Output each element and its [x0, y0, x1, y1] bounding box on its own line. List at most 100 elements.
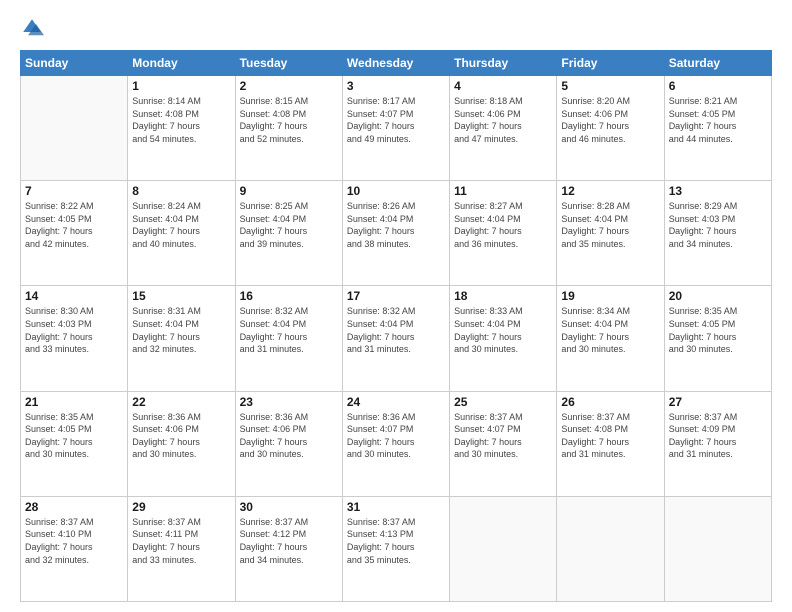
- calendar-cell: 31 Sunrise: 8:37 AM Sunset: 4:13 PM Dayli…: [342, 496, 449, 601]
- day-number: 18: [454, 289, 552, 303]
- calendar-week-2: 14Sunrise: 8:30 AM Sunset: 4:03 PM Dayli…: [21, 286, 772, 391]
- day-number: 24: [347, 395, 445, 409]
- weekday-header-thursday: Thursday: [450, 51, 557, 76]
- calendar-cell: 6Sunrise: 8:21 AM Sunset: 4:05 PM Daylig…: [664, 76, 771, 181]
- day-detail: Sunrise: 8:15 AM Sunset: 4:08 PM Dayligh…: [240, 95, 338, 145]
- calendar-cell: [557, 496, 664, 601]
- day-detail: Sunrise: 8:37 AM Sunset: 4:10 PM Dayligh…: [25, 516, 123, 566]
- day-detail: Sunrise: 8:17 AM Sunset: 4:07 PM Dayligh…: [347, 95, 445, 145]
- calendar-cell: 5Sunrise: 8:20 AM Sunset: 4:06 PM Daylig…: [557, 76, 664, 181]
- calendar-cell: 22 Sunrise: 8:36 AM Sunset: 4:06 PM Dayli…: [128, 391, 235, 496]
- calendar-cell: 12 Sunrise: 8:28 AM Sunset: 4:04 PM Dayli…: [557, 181, 664, 286]
- day-number: 6: [669, 79, 767, 93]
- page: SundayMondayTuesdayWednesdayThursdayFrid…: [0, 0, 792, 612]
- calendar-cell: 15 Sunrise: 8:31 AM Sunset: 4:04 PM Dayli…: [128, 286, 235, 391]
- calendar-cell: 30 Sunrise: 8:37 AM Sunset: 4:12 PM Dayli…: [235, 496, 342, 601]
- weekday-header-monday: Monday: [128, 51, 235, 76]
- day-detail: Sunrise: 8:37 AM Sunset: 4:07 PM Dayligh…: [454, 411, 552, 461]
- calendar-cell: 17Sunrise: 8:32 AM Sunset: 4:04 PM Dayli…: [342, 286, 449, 391]
- day-number: 3: [347, 79, 445, 93]
- calendar-cell: 18 Sunrise: 8:33 AM Sunset: 4:04 PM Dayli…: [450, 286, 557, 391]
- day-number: 2: [240, 79, 338, 93]
- day-number: 17: [347, 289, 445, 303]
- day-number: 22: [132, 395, 230, 409]
- weekday-header-tuesday: Tuesday: [235, 51, 342, 76]
- calendar-cell: 3 Sunrise: 8:17 AM Sunset: 4:07 PM Daylig…: [342, 76, 449, 181]
- calendar-cell: 9 Sunrise: 8:25 AM Sunset: 4:04 PM Daylig…: [235, 181, 342, 286]
- calendar-cell: 21 Sunrise: 8:35 AM Sunset: 4:05 PM Dayli…: [21, 391, 128, 496]
- day-number: 8: [132, 184, 230, 198]
- day-detail: Sunrise: 8:37 AM Sunset: 4:11 PM Dayligh…: [132, 516, 230, 566]
- calendar-cell: 23 Sunrise: 8:36 AM Sunset: 4:06 PM Dayli…: [235, 391, 342, 496]
- day-number: 4: [454, 79, 552, 93]
- day-number: 26: [561, 395, 659, 409]
- day-detail: Sunrise: 8:37 AM Sunset: 4:08 PM Dayligh…: [561, 411, 659, 461]
- day-number: 29: [132, 500, 230, 514]
- calendar-cell: 13 Sunrise: 8:29 AM Sunset: 4:03 PM Dayli…: [664, 181, 771, 286]
- day-detail: Sunrise: 8:29 AM Sunset: 4:03 PM Dayligh…: [669, 200, 767, 250]
- calendar-header-row: SundayMondayTuesdayWednesdayThursdayFrid…: [21, 51, 772, 76]
- day-number: 27: [669, 395, 767, 409]
- calendar-cell: 7 Sunrise: 8:22 AM Sunset: 4:05 PM Daylig…: [21, 181, 128, 286]
- calendar-week-3: 21 Sunrise: 8:35 AM Sunset: 4:05 PM Dayli…: [21, 391, 772, 496]
- calendar-cell: 26 Sunrise: 8:37 AM Sunset: 4:08 PM Dayli…: [557, 391, 664, 496]
- calendar-cell: 25 Sunrise: 8:37 AM Sunset: 4:07 PM Dayli…: [450, 391, 557, 496]
- weekday-header-saturday: Saturday: [664, 51, 771, 76]
- day-number: 23: [240, 395, 338, 409]
- day-number: 21: [25, 395, 123, 409]
- calendar-cell: 27 Sunrise: 8:37 AM Sunset: 4:09 PM Dayli…: [664, 391, 771, 496]
- day-number: 20: [669, 289, 767, 303]
- calendar-cell: 29 Sunrise: 8:37 AM Sunset: 4:11 PM Dayli…: [128, 496, 235, 601]
- weekday-header-wednesday: Wednesday: [342, 51, 449, 76]
- weekday-header-friday: Friday: [557, 51, 664, 76]
- day-detail: Sunrise: 8:36 AM Sunset: 4:06 PM Dayligh…: [132, 411, 230, 461]
- calendar-cell: 16Sunrise: 8:32 AM Sunset: 4:04 PM Dayli…: [235, 286, 342, 391]
- day-number: 1: [132, 79, 230, 93]
- calendar-cell: 11Sunrise: 8:27 AM Sunset: 4:04 PM Dayli…: [450, 181, 557, 286]
- calendar-cell: 20 Sunrise: 8:35 AM Sunset: 4:05 PM Dayli…: [664, 286, 771, 391]
- day-number: 19: [561, 289, 659, 303]
- calendar-cell: 4 Sunrise: 8:18 AM Sunset: 4:06 PM Daylig…: [450, 76, 557, 181]
- calendar-week-4: 28 Sunrise: 8:37 AM Sunset: 4:10 PM Dayli…: [21, 496, 772, 601]
- calendar-cell: [21, 76, 128, 181]
- day-number: 25: [454, 395, 552, 409]
- calendar-cell: 8Sunrise: 8:24 AM Sunset: 4:04 PM Daylig…: [128, 181, 235, 286]
- calendar-cell: 28 Sunrise: 8:37 AM Sunset: 4:10 PM Dayli…: [21, 496, 128, 601]
- day-detail: Sunrise: 8:37 AM Sunset: 4:13 PM Dayligh…: [347, 516, 445, 566]
- day-detail: Sunrise: 8:32 AM Sunset: 4:04 PM Dayligh…: [240, 305, 338, 355]
- calendar-cell: 2 Sunrise: 8:15 AM Sunset: 4:08 PM Daylig…: [235, 76, 342, 181]
- day-detail: Sunrise: 8:37 AM Sunset: 4:12 PM Dayligh…: [240, 516, 338, 566]
- day-number: 28: [25, 500, 123, 514]
- day-detail: Sunrise: 8:35 AM Sunset: 4:05 PM Dayligh…: [669, 305, 767, 355]
- day-detail: Sunrise: 8:25 AM Sunset: 4:04 PM Dayligh…: [240, 200, 338, 250]
- day-detail: Sunrise: 8:33 AM Sunset: 4:04 PM Dayligh…: [454, 305, 552, 355]
- day-number: 7: [25, 184, 123, 198]
- day-detail: Sunrise: 8:36 AM Sunset: 4:06 PM Dayligh…: [240, 411, 338, 461]
- calendar-table: SundayMondayTuesdayWednesdayThursdayFrid…: [20, 50, 772, 602]
- day-number: 12: [561, 184, 659, 198]
- day-detail: Sunrise: 8:35 AM Sunset: 4:05 PM Dayligh…: [25, 411, 123, 461]
- day-number: 13: [669, 184, 767, 198]
- calendar-cell: 24 Sunrise: 8:36 AM Sunset: 4:07 PM Dayli…: [342, 391, 449, 496]
- day-detail: Sunrise: 8:18 AM Sunset: 4:06 PM Dayligh…: [454, 95, 552, 145]
- day-number: 31: [347, 500, 445, 514]
- day-detail: Sunrise: 8:28 AM Sunset: 4:04 PM Dayligh…: [561, 200, 659, 250]
- calendar-cell: 1Sunrise: 8:14 AM Sunset: 4:08 PM Daylig…: [128, 76, 235, 181]
- day-detail: Sunrise: 8:36 AM Sunset: 4:07 PM Dayligh…: [347, 411, 445, 461]
- day-number: 9: [240, 184, 338, 198]
- day-detail: Sunrise: 8:22 AM Sunset: 4:05 PM Dayligh…: [25, 200, 123, 250]
- calendar-cell: [450, 496, 557, 601]
- logo: [20, 16, 46, 40]
- day-number: 15: [132, 289, 230, 303]
- calendar-week-1: 7 Sunrise: 8:22 AM Sunset: 4:05 PM Daylig…: [21, 181, 772, 286]
- logo-icon: [20, 16, 44, 40]
- day-detail: Sunrise: 8:20 AM Sunset: 4:06 PM Dayligh…: [561, 95, 659, 145]
- header: [20, 16, 772, 40]
- day-number: 30: [240, 500, 338, 514]
- day-detail: Sunrise: 8:30 AM Sunset: 4:03 PM Dayligh…: [25, 305, 123, 355]
- calendar-cell: 10Sunrise: 8:26 AM Sunset: 4:04 PM Dayli…: [342, 181, 449, 286]
- day-detail: Sunrise: 8:31 AM Sunset: 4:04 PM Dayligh…: [132, 305, 230, 355]
- calendar-week-0: 1Sunrise: 8:14 AM Sunset: 4:08 PM Daylig…: [21, 76, 772, 181]
- day-detail: Sunrise: 8:37 AM Sunset: 4:09 PM Dayligh…: [669, 411, 767, 461]
- calendar-cell: [664, 496, 771, 601]
